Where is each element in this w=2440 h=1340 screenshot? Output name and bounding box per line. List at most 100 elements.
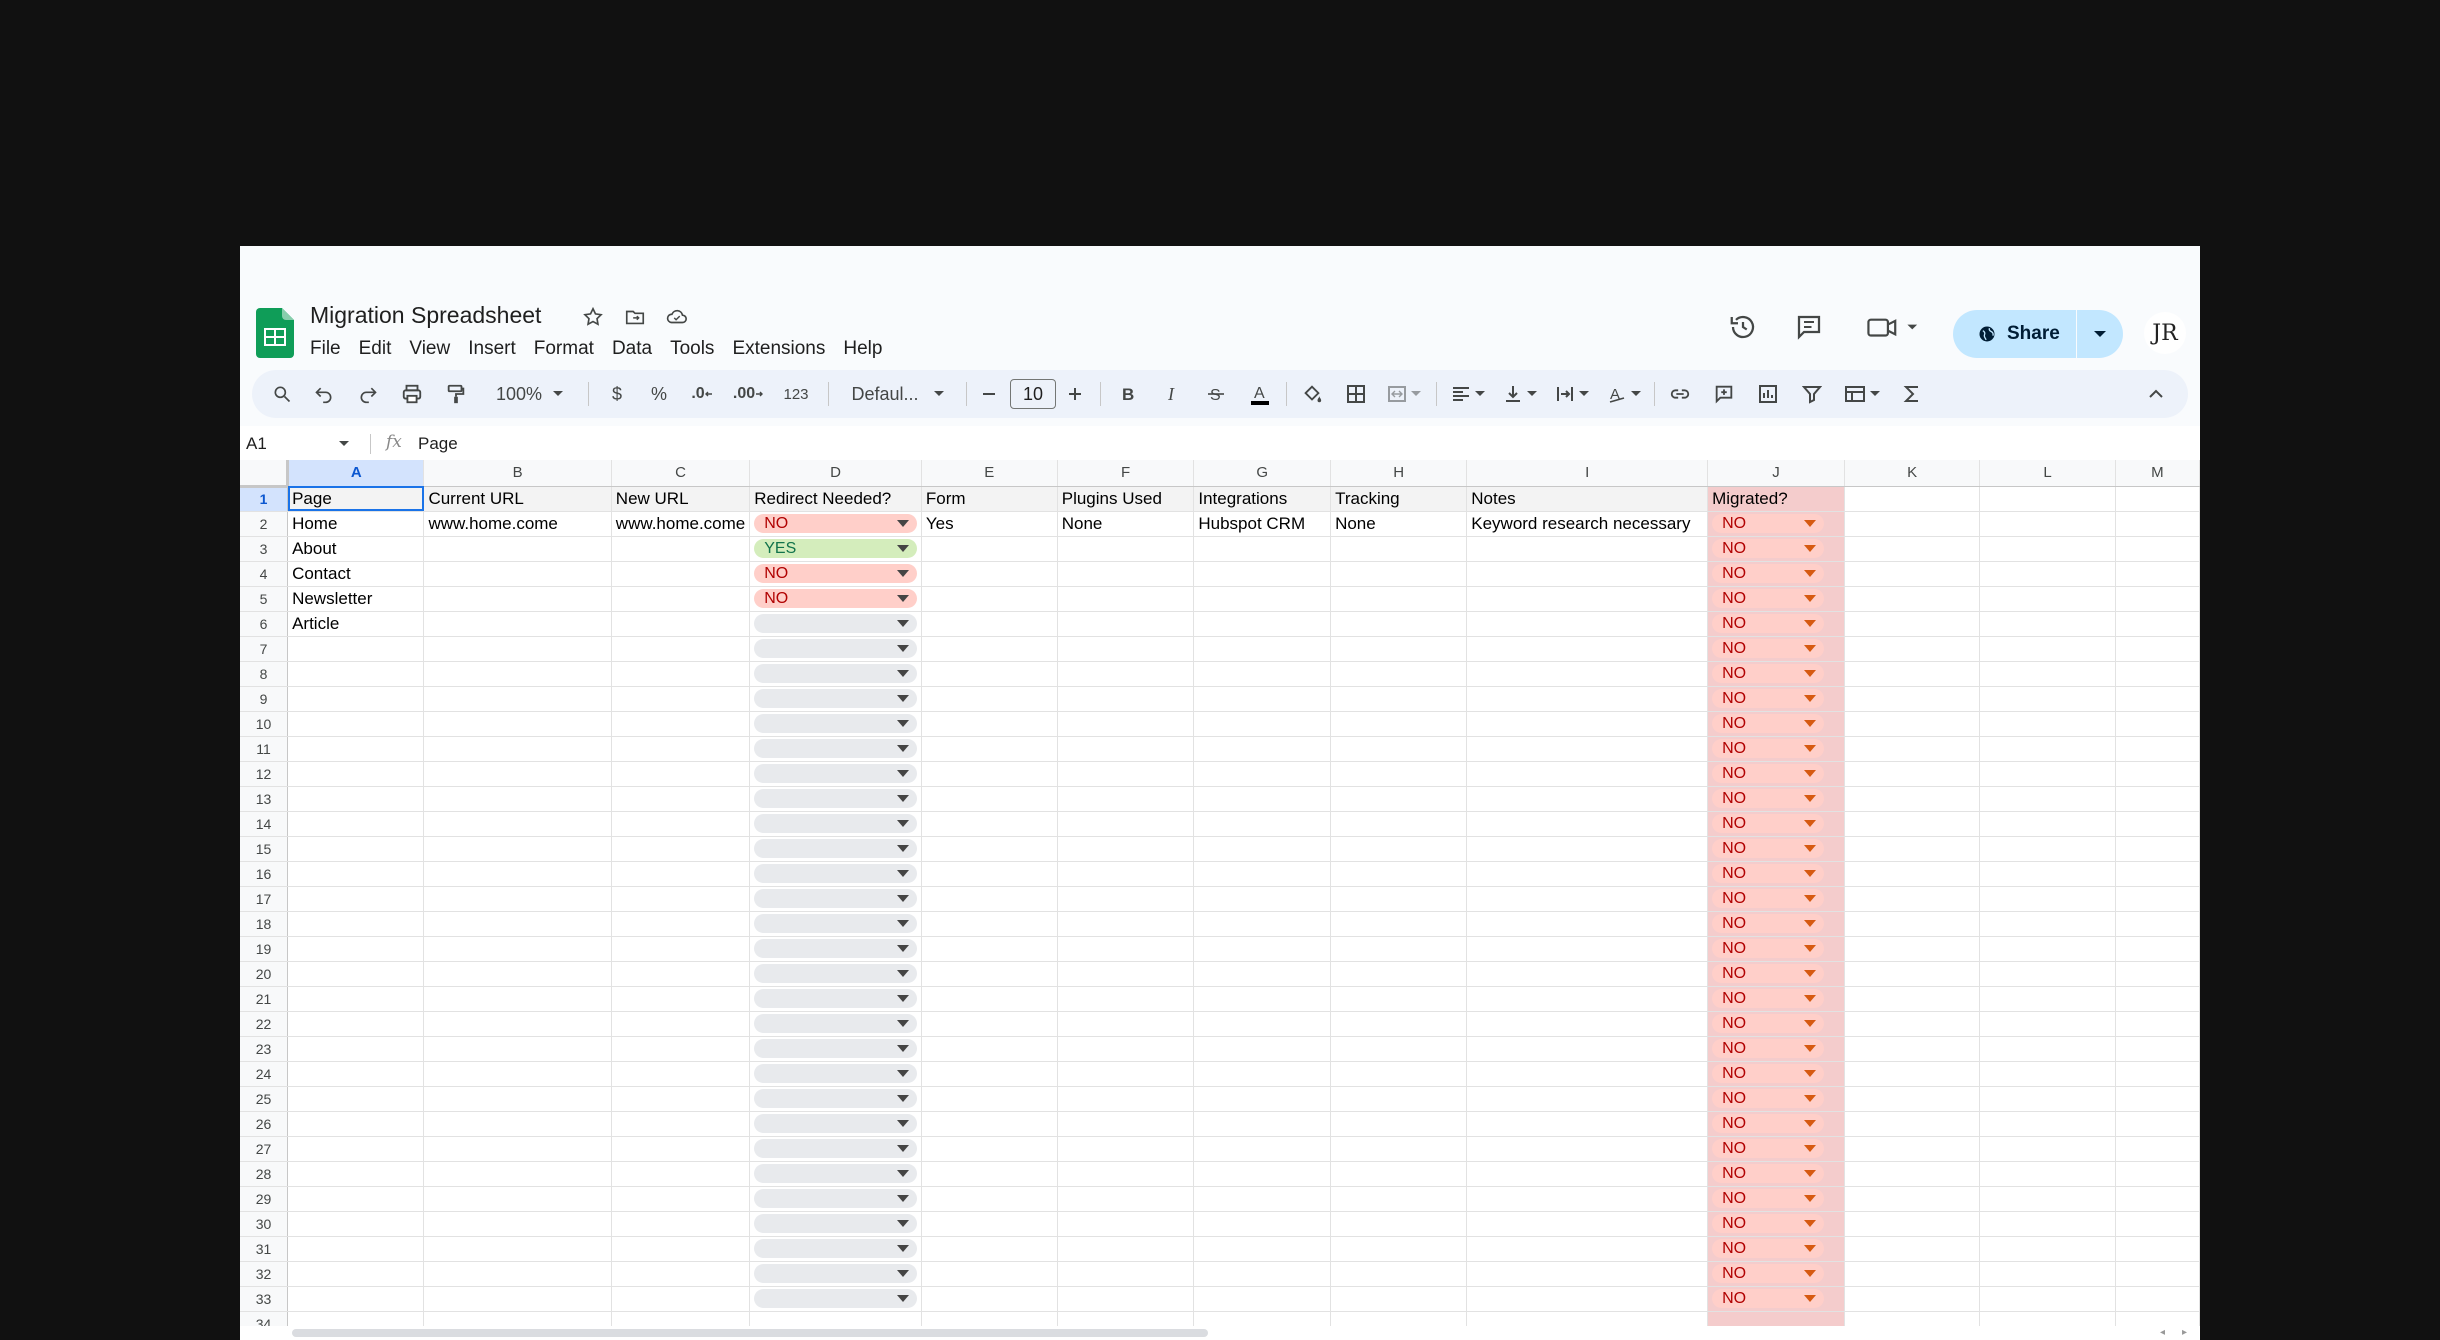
cell[interactable] (287, 1286, 425, 1312)
cell[interactable] (2115, 1211, 2200, 1237)
cell[interactable] (1193, 811, 1332, 837)
cell[interactable]: NO (749, 511, 922, 537)
row-header[interactable]: 23 (240, 1036, 289, 1062)
cell[interactable]: www.home.come (423, 511, 612, 537)
cell[interactable]: NO (1707, 936, 1845, 962)
cell[interactable] (2115, 1261, 2200, 1287)
cell[interactable] (749, 1136, 922, 1162)
cell[interactable] (1979, 1061, 2116, 1087)
cell[interactable] (2115, 986, 2200, 1012)
cell[interactable] (423, 1161, 612, 1187)
cell[interactable] (611, 1211, 751, 1237)
migrated-dropdown[interactable]: NO (1712, 1239, 1825, 1258)
insert-comment-icon[interactable] (1708, 370, 1740, 418)
cell[interactable] (1979, 611, 2116, 637)
menu-edit[interactable]: Edit (350, 334, 401, 364)
redirect-dropdown[interactable] (754, 1114, 917, 1133)
migrated-dropdown[interactable]: NO (1712, 1039, 1825, 1058)
cell[interactable] (1979, 886, 2116, 912)
row-header[interactable]: 14 (240, 811, 289, 837)
cell[interactable] (1330, 986, 1468, 1012)
cell[interactable] (1193, 1111, 1332, 1137)
row-header[interactable]: 20 (240, 961, 289, 987)
migrated-dropdown[interactable]: NO (1712, 664, 1825, 683)
cell[interactable] (2115, 511, 2200, 537)
cell[interactable]: NO (1707, 661, 1845, 687)
cell[interactable] (2115, 961, 2200, 987)
menu-view[interactable]: View (400, 334, 459, 364)
cell[interactable] (2115, 1011, 2200, 1037)
cell[interactable] (2115, 736, 2200, 762)
menu-extensions[interactable]: Extensions (723, 334, 834, 364)
cell[interactable] (1466, 811, 1709, 837)
cell[interactable] (921, 711, 1058, 737)
cell[interactable] (611, 961, 751, 987)
row-header[interactable]: 3 (240, 536, 289, 562)
cell[interactable] (423, 1086, 612, 1112)
cell[interactable] (921, 1186, 1058, 1212)
cell[interactable] (423, 886, 612, 912)
cell[interactable] (1330, 1186, 1468, 1212)
cell[interactable] (1844, 1211, 1981, 1237)
cell[interactable] (1844, 561, 1981, 587)
cell[interactable] (1057, 561, 1195, 587)
cell[interactable] (611, 1186, 751, 1212)
cell[interactable] (921, 686, 1058, 712)
cell[interactable] (2115, 1286, 2200, 1312)
header-cell[interactable]: Redirect Needed? (749, 486, 922, 512)
cell[interactable] (2115, 1136, 2200, 1162)
cell[interactable] (1466, 786, 1709, 812)
migrated-dropdown[interactable]: NO (1712, 1014, 1825, 1033)
cell[interactable] (423, 1236, 612, 1262)
cell[interactable] (921, 1286, 1058, 1312)
share-button[interactable]: Share (1953, 310, 2123, 358)
filter-icon[interactable] (1796, 370, 1828, 418)
cell[interactable] (1466, 1136, 1709, 1162)
column-header-j[interactable]: J (1707, 460, 1845, 487)
redirect-dropdown[interactable] (754, 1014, 917, 1033)
cell[interactable] (1057, 886, 1195, 912)
cell[interactable] (749, 936, 922, 962)
scroll-left-icon[interactable]: ◂ (2160, 1327, 2170, 1338)
cell[interactable]: NO (1707, 836, 1845, 862)
text-wrapping-icon[interactable] (1550, 370, 1594, 418)
cell[interactable] (1466, 561, 1709, 587)
cell[interactable] (749, 836, 922, 862)
redirect-dropdown[interactable] (754, 664, 917, 683)
redirect-dropdown[interactable] (754, 939, 917, 958)
cell[interactable] (1979, 486, 2116, 512)
paint-format-icon[interactable] (440, 370, 472, 418)
cell[interactable] (2115, 586, 2200, 612)
cell[interactable] (1466, 836, 1709, 862)
redirect-dropdown[interactable]: NO (754, 564, 917, 583)
cell[interactable] (1979, 586, 2116, 612)
cell[interactable] (1057, 936, 1195, 962)
comments-icon[interactable] (1792, 310, 1826, 344)
cell[interactable] (1193, 961, 1332, 987)
font-size-increase-button[interactable] (1060, 370, 1090, 418)
undo-icon[interactable] (308, 370, 340, 418)
redirect-dropdown[interactable] (754, 1264, 917, 1283)
cell[interactable] (1193, 861, 1332, 887)
cell[interactable] (287, 686, 425, 712)
cell[interactable] (1466, 861, 1709, 887)
cell[interactable] (921, 961, 1058, 987)
cell[interactable] (1193, 1286, 1332, 1312)
cell[interactable] (1057, 1286, 1195, 1312)
sheets-logo-icon[interactable] (256, 308, 294, 358)
menu-insert[interactable]: Insert (459, 334, 525, 364)
row-header[interactable]: 6 (240, 611, 289, 637)
row-header[interactable]: 2 (240, 511, 289, 537)
cell[interactable] (1193, 1136, 1332, 1162)
cell[interactable] (287, 836, 425, 862)
cell[interactable] (287, 886, 425, 912)
cell[interactable] (1979, 1011, 2116, 1037)
cell[interactable] (423, 786, 612, 812)
cell[interactable] (287, 786, 425, 812)
redirect-dropdown[interactable]: YES (754, 539, 917, 558)
header-cell[interactable]: Plugins Used (1057, 486, 1195, 512)
cell[interactable] (2115, 936, 2200, 962)
cell[interactable]: NO (1707, 911, 1845, 937)
cell[interactable] (1466, 586, 1709, 612)
row-header[interactable]: 31 (240, 1236, 289, 1262)
